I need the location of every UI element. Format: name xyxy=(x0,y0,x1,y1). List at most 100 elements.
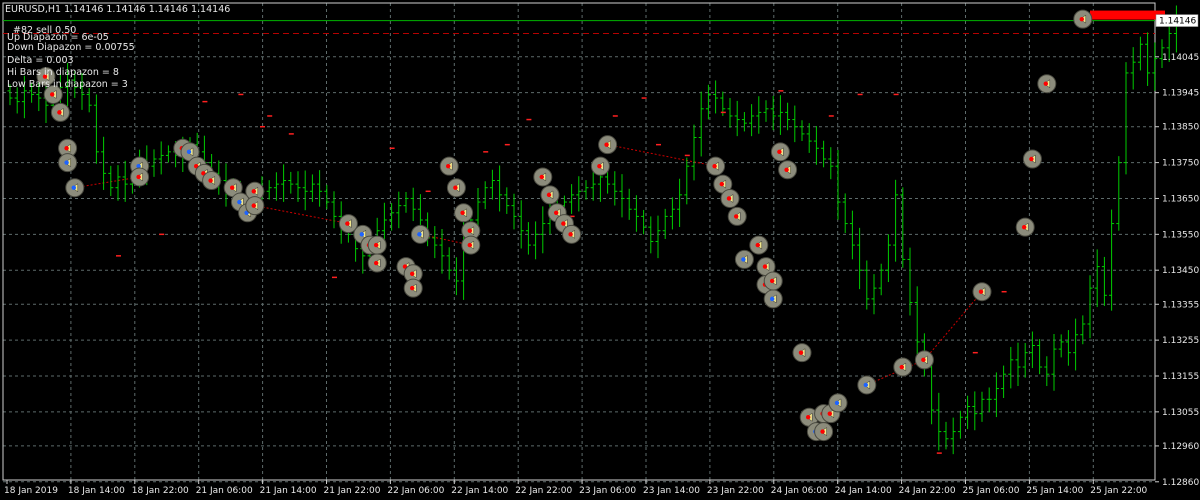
ohlc-bar xyxy=(871,274,877,315)
y-tick-label: 1.13750 xyxy=(1162,159,1199,169)
sell-marker[interactable] xyxy=(245,196,265,216)
marker-dot xyxy=(208,178,213,183)
ohlc-bar xyxy=(626,188,632,220)
x-tick-label: 18 Jan 14:00 xyxy=(68,486,125,496)
buy-marker[interactable] xyxy=(65,178,85,198)
marker-dot xyxy=(467,242,472,248)
ohlc-bar xyxy=(569,184,575,214)
sell-marker[interactable] xyxy=(814,422,834,442)
marker-dot xyxy=(345,221,350,226)
ohlc-bar xyxy=(403,192,409,213)
ohlc-bar xyxy=(266,180,272,200)
ohlc-bar xyxy=(1037,339,1043,375)
sell-marker[interactable] xyxy=(749,235,769,255)
buy-marker[interactable] xyxy=(857,375,877,395)
time-axis[interactable]: 18 Jan 2019 18 Jan 14:00 18 Jan 22:00 21 Ja… xyxy=(4,480,1148,496)
ohlc-bar xyxy=(727,98,733,128)
ohlc-bar xyxy=(1022,342,1028,378)
ohlc-bar xyxy=(633,195,639,232)
x-tick-label: 23 Jan 22:00 xyxy=(707,486,764,496)
sell-marker[interactable] xyxy=(367,253,387,273)
sell-marker[interactable] xyxy=(792,343,812,363)
ohlc-bar xyxy=(749,104,755,137)
ohlc-bar xyxy=(525,222,531,255)
buy-marker[interactable] xyxy=(763,289,783,309)
ohlc-bar xyxy=(972,391,978,431)
sell-marker[interactable] xyxy=(893,357,913,377)
ohlc-bar xyxy=(1015,342,1021,386)
marker-dot xyxy=(777,149,782,155)
ohlc-bar xyxy=(792,105,798,143)
sell-marker[interactable] xyxy=(562,224,582,244)
buy-marker[interactable] xyxy=(828,393,848,413)
sell-marker[interactable] xyxy=(439,156,459,176)
sell-marker[interactable] xyxy=(778,160,798,180)
x-tick-label: 21 Jan 14:00 xyxy=(260,486,317,496)
marker-dot xyxy=(741,257,746,262)
buy-marker[interactable] xyxy=(734,249,754,269)
ohlc-bar xyxy=(93,94,99,164)
sell-marker[interactable] xyxy=(1022,149,1042,169)
ohlc-bar xyxy=(504,187,510,214)
marker-dot xyxy=(417,232,422,237)
marker-dot xyxy=(446,163,451,169)
sell-marker[interactable] xyxy=(770,142,790,162)
sell-order-box xyxy=(1090,10,1165,20)
sell-marker[interactable] xyxy=(540,185,560,205)
price-chart[interactable]: 1.14045 1.13945 1.13850 1.13750 1.13650 1.135… xyxy=(0,0,1200,500)
marker-dot xyxy=(230,185,235,190)
marker-dot xyxy=(374,242,379,248)
sell-marker[interactable] xyxy=(1073,9,1093,29)
sell-marker[interactable] xyxy=(202,171,222,191)
marker-dot xyxy=(820,429,825,434)
sell-marker[interactable] xyxy=(706,156,726,176)
ohlc-bar xyxy=(648,216,654,254)
ohlc-bar xyxy=(86,87,92,113)
sell-marker[interactable] xyxy=(590,156,610,176)
marker-dot xyxy=(136,174,141,180)
sell-marker[interactable] xyxy=(130,167,150,187)
sell-marker[interactable] xyxy=(720,188,740,208)
sell-marker[interactable] xyxy=(454,203,474,223)
sell-marker[interactable] xyxy=(972,282,992,302)
ohlc-bars xyxy=(7,5,1179,455)
price-axis[interactable]: 1.14045 1.13945 1.13850 1.13750 1.13650 1.135… xyxy=(1155,14,1199,488)
ohlc-bar xyxy=(1094,249,1100,308)
ohlc-bar xyxy=(957,410,963,439)
x-tick-label: 18 Jan 2019 xyxy=(4,486,58,496)
sell-marker[interactable] xyxy=(446,178,466,198)
marker-dot xyxy=(863,382,868,388)
sell-marker[interactable] xyxy=(403,278,423,298)
sell-marker[interactable] xyxy=(367,235,387,255)
symbol-header: EURUSD,H1 1.14146 1.14146 1.14146 1.1414… xyxy=(5,4,231,15)
y-tick-label: 1.13650 xyxy=(1162,194,1199,204)
buy-marker[interactable] xyxy=(410,224,430,244)
ohlc-bar xyxy=(1029,331,1035,369)
ohlc-bar xyxy=(1087,275,1093,339)
buy-marker[interactable] xyxy=(58,153,78,173)
sell-marker[interactable] xyxy=(914,350,934,370)
ohlc-bar xyxy=(785,102,791,131)
ohlc-bar xyxy=(1116,156,1122,231)
ohlc-bar xyxy=(108,165,114,196)
chart-window[interactable]: 1.14045 1.13945 1.13850 1.13750 1.13650 1.135… xyxy=(0,0,1200,500)
marker-dot xyxy=(806,415,811,420)
x-tick-label: 24 Jan 14:00 xyxy=(835,486,892,496)
ohlc-bar xyxy=(1123,62,1129,175)
sell-marker[interactable] xyxy=(727,206,747,226)
sell-marker[interactable] xyxy=(1037,74,1057,94)
sell-marker[interactable] xyxy=(461,235,481,255)
sell-marker[interactable] xyxy=(533,167,553,187)
y-tick-label: 1.13355 xyxy=(1162,300,1199,310)
sell-marker[interactable] xyxy=(598,135,618,155)
marker-dot xyxy=(251,189,256,194)
sell-marker[interactable] xyxy=(1015,217,1035,237)
marker-dot xyxy=(784,167,789,172)
ohlc-bar xyxy=(302,170,308,211)
ohlc-bar xyxy=(511,193,517,230)
sell-marker[interactable] xyxy=(50,102,70,122)
ohlc-bar xyxy=(1058,334,1064,358)
ohlc-bar xyxy=(115,165,121,201)
sell-marker[interactable] xyxy=(763,271,783,291)
ohlc-bar xyxy=(857,227,863,290)
